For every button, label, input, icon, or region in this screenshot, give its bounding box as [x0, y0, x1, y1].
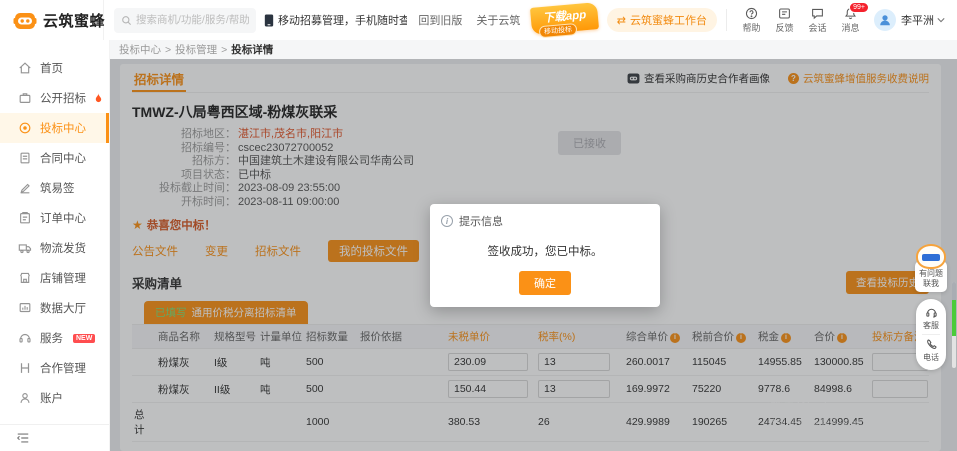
sidebar-item-home[interactable]: 首页: [0, 53, 109, 83]
breadcrumb-separator: >: [221, 43, 228, 56]
headset-icon: [925, 306, 938, 319]
sidebar-item-data-hall[interactable]: 数据大厅: [0, 293, 109, 323]
help-label: 帮助: [742, 22, 761, 33]
mobile-bid-sub-badge: 移动投标: [538, 22, 578, 38]
notice-modal: i 提示信息 签收成功，您已中标。 确定: [430, 204, 660, 307]
chat-button[interactable]: 会话: [801, 7, 834, 34]
widget-divider: [922, 334, 940, 335]
bee-mascot-icon[interactable]: [916, 244, 946, 269]
breadcrumb-separator: >: [165, 43, 172, 56]
avatar[interactable]: [874, 9, 896, 31]
sidebar-item-account[interactable]: 账户: [0, 383, 109, 413]
modal-message: 签收成功，您已中标。: [487, 246, 603, 258]
user-menu[interactable]: 李平洲: [901, 12, 945, 28]
handshake-icon: [18, 361, 32, 375]
chevron-down-icon: [937, 17, 945, 23]
about-link[interactable]: 关于云筑: [476, 12, 520, 28]
top-header: 云筑蜜蜂 移动招募管理，手机随时查看招募信息，一键报名高效便捷。 回到旧版 关于…: [0, 0, 957, 40]
promo-banner: 移动招募管理，手机随时查看招募信息，一键报名高效便捷。: [264, 12, 407, 28]
feedback-icon: [778, 7, 791, 20]
breadcrumb-bid-management[interactable]: 投标管理: [175, 42, 217, 57]
feedback-button[interactable]: 反馈: [768, 7, 801, 34]
sidebar-item-order-center[interactable]: 订单中心: [0, 203, 109, 233]
confirm-button[interactable]: 确定: [519, 271, 571, 295]
messages-label: 消息: [841, 22, 860, 33]
headset-icon: [18, 331, 32, 345]
help-icon: [745, 7, 758, 20]
mobile-phone-icon: [264, 13, 274, 27]
sidebar-item-contract-center[interactable]: 合同中心: [0, 143, 109, 173]
workbench-label: 云筑蜜蜂工作台: [630, 15, 707, 27]
user-name: 李平洲: [901, 15, 934, 27]
logo-robot-icon: [13, 10, 37, 31]
sidebar-item-bid-center[interactable]: 投标中心: [0, 113, 109, 143]
switch-icon: ⇄: [616, 14, 626, 27]
sidebar-item-esign[interactable]: 筑易签: [0, 173, 109, 203]
download-app-label: 下载app: [542, 8, 588, 25]
page-scrollbar[interactable]: [952, 282, 956, 368]
header-divider: [726, 9, 727, 31]
phone-contact-button[interactable]: 电话: [923, 338, 939, 363]
message-count-badge: 99+: [849, 1, 869, 13]
scrollbar-thumb[interactable]: [952, 282, 956, 300]
sidebar-item-services[interactable]: 服务 NEW: [0, 323, 109, 353]
breadcrumb-bid-detail: 投标详情: [231, 44, 274, 56]
chat-bubble-icon: [811, 7, 824, 20]
back-to-old-link[interactable]: 回到旧版: [418, 12, 462, 28]
workbench-button[interactable]: ⇄ 云筑蜜蜂工作台: [606, 8, 717, 32]
search-box[interactable]: [114, 7, 256, 33]
user-icon: [18, 391, 32, 405]
breadcrumb-bid-center[interactable]: 投标中心: [119, 42, 161, 57]
clipboard-icon: [18, 211, 32, 225]
app-page: 云筑蜜蜂 移动招募管理，手机随时查看招募信息，一键报名高效便捷。 回到旧版 关于…: [0, 0, 957, 451]
search-input[interactable]: [136, 14, 249, 26]
shop-icon: [18, 271, 32, 285]
modal-title: 提示信息: [459, 216, 503, 228]
document-icon: [18, 151, 32, 165]
search-icon: [121, 15, 132, 26]
sidebar-item-shop[interactable]: 店铺管理: [0, 263, 109, 293]
breadcrumb: 投标中心 > 投标管理 > 投标详情: [110, 40, 957, 59]
promo-text: 移动招募管理，手机随时查看招募信息，一键报名高效便捷。: [278, 15, 407, 27]
sidebar-collapse-button[interactable]: [0, 424, 109, 451]
sidebar-item-public-bidding[interactable]: 公开招标: [0, 83, 109, 113]
phone-icon: [925, 338, 938, 351]
new-badge: NEW: [73, 333, 96, 343]
download-app-badge[interactable]: 下载app 移动投标: [530, 1, 600, 38]
sidebar-nav: 首页 公开招标 投标中心 合同中心 筑易签 订单中心 物流发货 店铺管理 数据大…: [0, 40, 110, 451]
scrollbar-progress: [952, 300, 956, 336]
sidebar-item-logistics[interactable]: 物流发货: [0, 233, 109, 263]
messages-button[interactable]: 99+ 消息: [834, 1, 869, 34]
customer-service-button[interactable]: 客服: [923, 306, 939, 331]
hot-flame-icon: [94, 92, 103, 104]
briefcase-icon: [18, 91, 32, 105]
sidebar-item-cooperation[interactable]: 合作管理: [0, 353, 109, 383]
pen-icon: [18, 181, 32, 195]
home-icon: [18, 61, 32, 75]
target-icon: [18, 121, 32, 135]
feedback-label: 反馈: [775, 22, 794, 33]
menu-fold-icon: [16, 431, 30, 445]
info-circle-icon: i: [441, 215, 453, 227]
contact-float-widget: 有问题 联我 客服 电话: [911, 244, 951, 370]
app-logo[interactable]: 云筑蜜蜂: [0, 0, 106, 40]
data-chart-icon: [18, 301, 32, 315]
truck-icon: [18, 241, 32, 255]
logo-text: 云筑蜜蜂: [43, 12, 106, 30]
chat-label: 会话: [808, 22, 827, 33]
help-button[interactable]: 帮助: [735, 7, 768, 34]
